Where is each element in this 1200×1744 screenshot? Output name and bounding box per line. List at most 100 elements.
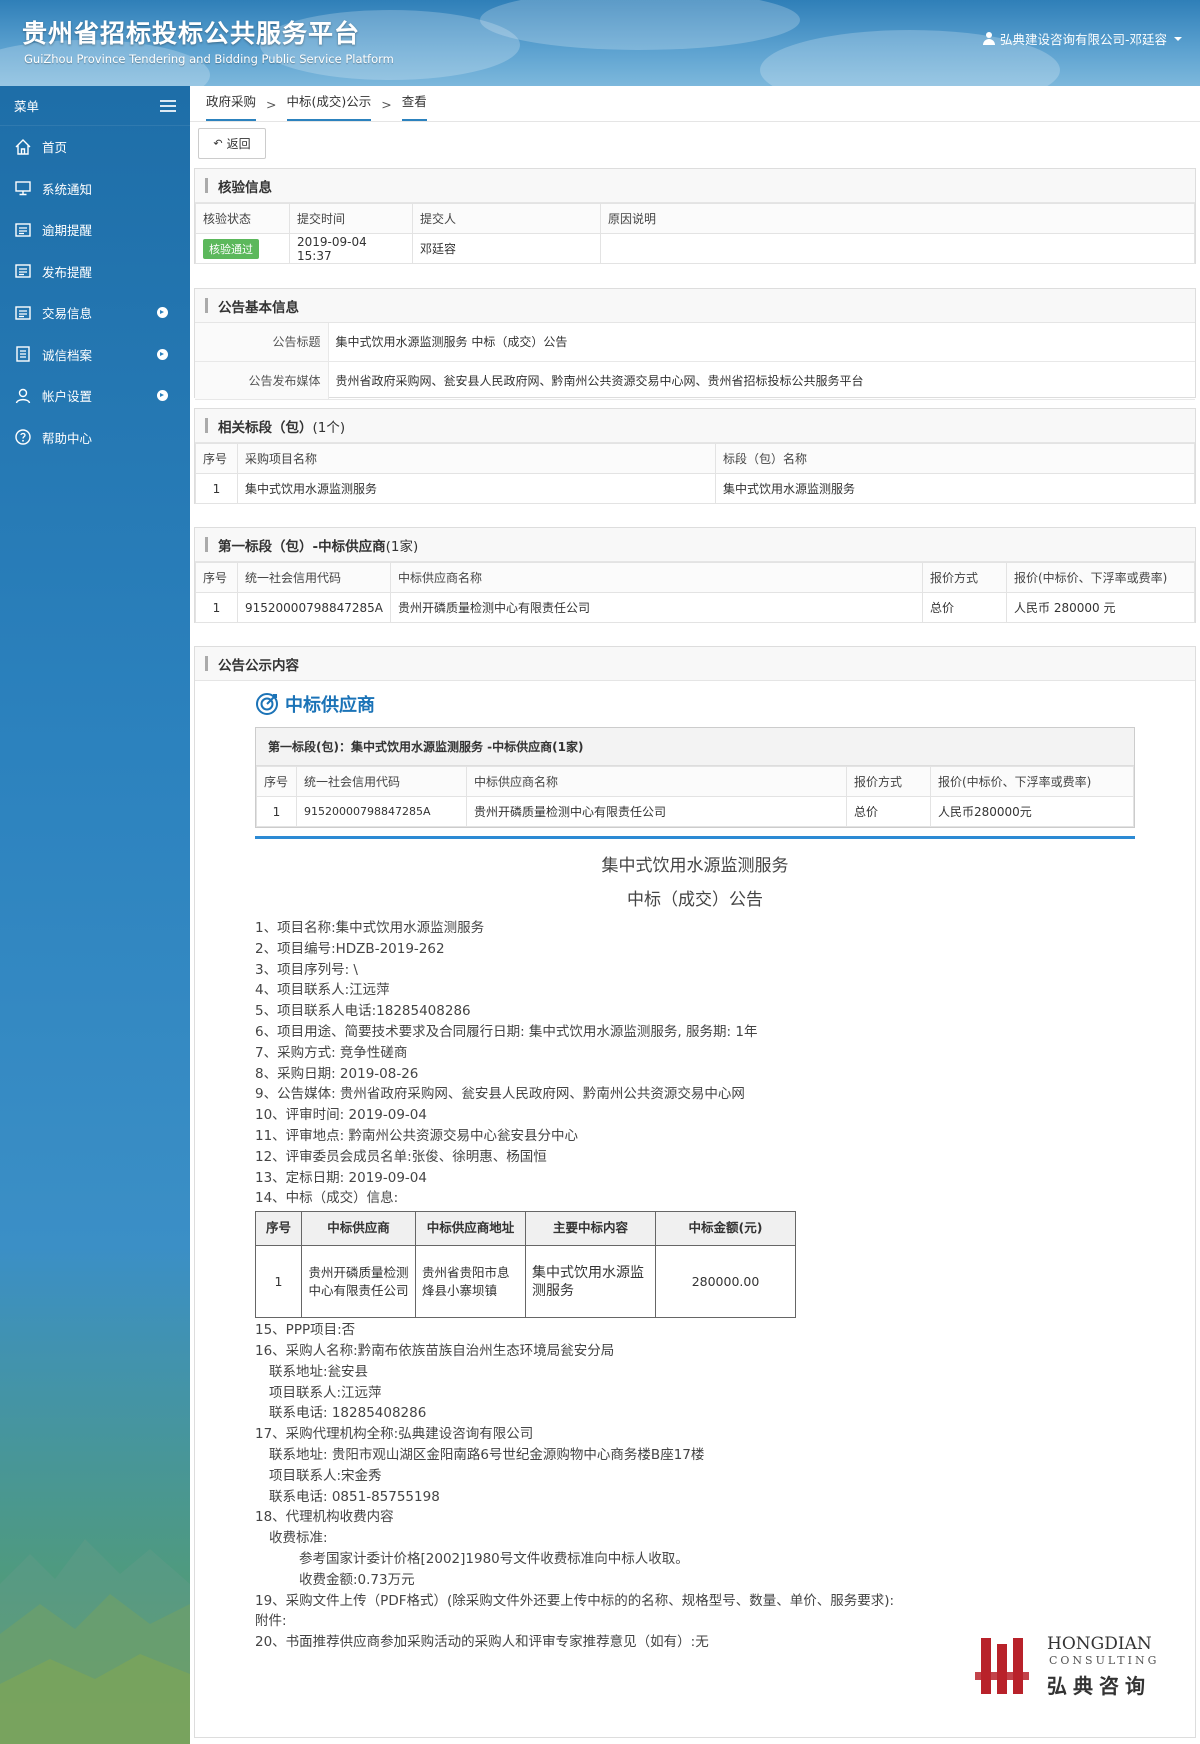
sidebar-item-account[interactable]: 帐户设置 (0, 375, 190, 417)
breadcrumb-item[interactable]: 中标(成交)公示 (286, 91, 372, 121)
sidebar-item-trade[interactable]: 交易信息 (0, 292, 190, 334)
table-cell: 280000.00 (655, 1245, 796, 1319)
verify-table: 核验状态 提交时间 提交人 原因说明 核验通过 2019-09-04 15:37… (195, 203, 1195, 264)
table-row: 1 91520000798847285A 贵州开磷质量检测中心有限责任公司 总价… (195, 592, 1195, 623)
table-cell: 91520000798847285A (237, 592, 391, 623)
divider (255, 836, 1135, 839)
breadcrumb: 政府采购 > 中标(成交)公示 > 查看 (190, 86, 1200, 122)
table-cell: 集中式饮用水源监测服务 (715, 473, 1195, 504)
table-cell: 集中式饮用水源监测服务 (525, 1245, 656, 1319)
platform-subtitle: GuiZhou Province Tendering and Bidding P… (24, 52, 394, 66)
table-cell: 集中式饮用水源监测服务 (237, 473, 716, 504)
table-header: 原因说明 (600, 203, 1195, 234)
document-icon (14, 345, 32, 363)
table-cell: 1 (255, 1245, 302, 1319)
chevron-right-icon (157, 390, 168, 401)
sidebar-item-label: 首页 (42, 140, 68, 156)
table-cell: 1 (256, 796, 297, 827)
sidebar-item-notice[interactable]: 系统通知 (0, 168, 190, 210)
text-line: 联系地址: 贵阳市观山湖区金阳南路6号世纪金源购物中心商务楼B座17楼 (269, 1446, 705, 1463)
text-line: 4、项目联系人:江远萍 (255, 982, 390, 999)
list-icon (14, 304, 32, 322)
user-menu[interactable]: 弘典建设咨询有限公司-邓廷容 (982, 29, 1182, 48)
text-line: 6、项目用途、简要技术要求及合同履行日期: 集中式饮用水源监测服务, 服务期: … (255, 1023, 758, 1040)
doc-title: 集中式饮用水源监测服务 (601, 856, 789, 876)
table-row: 1 集中式饮用水源监测服务 集中式饮用水源监测服务 (195, 473, 1195, 504)
table-header: 统一社会信用代码 (296, 766, 467, 797)
table-cell: 贵州开磷质量检测中心有限责任公司 (390, 592, 923, 623)
table-cell: 人民币280000元 (930, 796, 1134, 827)
user-name: 弘典建设咨询有限公司-邓廷容 (999, 32, 1167, 47)
suppliers-table: 序号 统一社会信用代码 中标供应商名称 报价方式 报价(中标价、下浮率或费率) … (195, 562, 1195, 623)
table-header: 中标供应商名称 (466, 766, 847, 797)
mountain-decoration (0, 1539, 190, 1744)
text-line: 15、PPP项目:否 (255, 1322, 356, 1339)
list-icon (14, 262, 32, 280)
text-line: 18、代理机构收费内容 (255, 1509, 394, 1526)
table-cell: 人民币 280000 元 (1006, 592, 1195, 623)
panel-title: 公告基本信息 (195, 289, 1195, 323)
table-cell: 2019-09-04 15:37 (289, 233, 413, 264)
text-line: 11、评审地点: 黔南州公共资源交易中心瓮安县分中心 (255, 1127, 579, 1144)
menu-header: 菜单 (0, 86, 190, 126)
text-line: 2、项目编号:HDZB-2019-262 (255, 940, 445, 957)
winner-box: 第一标段(包)：集中式饮用水源监测服务 -中标供应商(1家) 序号 统一社会信用… (255, 727, 1135, 828)
text-line: 7、采购方式: 竞争性磋商 (255, 1044, 408, 1061)
announcement-panel: 公告公示内容 中标供应商 第一标段(包)：集中式饮用水源监测服务 -中标供应商(… (194, 646, 1196, 1738)
text-line: 1、项目名称:集中式饮用水源监测服务 (255, 920, 485, 936)
text-line: 13、定标日期: 2019-09-04 (255, 1169, 427, 1186)
top-header: 贵州省招标投标公共服务平台 GuiZhou Province Tendering… (0, 0, 1200, 86)
table-header: 报价(中标价、下浮率或费率) (930, 766, 1134, 797)
caret-down-icon (1174, 36, 1182, 41)
user-icon (14, 387, 32, 405)
table-cell: 贵州开磷质量检测中心有限责任公司 (301, 1245, 416, 1319)
table-row: 1 贵州开磷质量检测中心有限责任公司 贵州省贵阳市息烽县小寨坝镇 集中式饮用水源… (255, 1245, 796, 1319)
text-line: 项目联系人:宋金秀 (269, 1467, 382, 1484)
text-line: 14、中标（成交）信息: (255, 1190, 399, 1207)
winner-subheading: 第一标段(包)：集中式饮用水源监测服务 -中标供应商(1家) (256, 728, 1134, 766)
winner-detail-table: 序号 中标供应商 中标供应商地址 主要中标内容 中标金额(元) 1 贵州开磷质量… (255, 1211, 796, 1319)
text-line: 9、公告媒体: 贵州省政府采购网、瓮安县人民政府网、黔南州公共资源交易中心网 (255, 1086, 745, 1103)
doc-subtitle: 中标（成交）公告 (627, 890, 763, 910)
text-line: 附件: (255, 1613, 287, 1630)
table-header: 统一社会信用代码 (237, 562, 391, 593)
help-icon (14, 428, 32, 446)
back-button[interactable]: ↶ 返回 (198, 128, 266, 159)
table-header: 提交时间 (289, 203, 413, 234)
sidebar-item-help[interactable]: 帮助中心 (0, 417, 190, 459)
basic-info-panel: 公告基本信息 公告标题 集中式饮用水源监测服务 中标（成交）公告 公告发布媒体 … (194, 288, 1196, 400)
breadcrumb-item[interactable]: 查看 (401, 91, 427, 121)
announcement-body: 中标供应商 第一标段(包)：集中式饮用水源监测服务 -中标供应商(1家) 序号 … (195, 681, 1195, 1737)
suppliers-panel: 第一标段（包）-中标供应商 (1家) 序号 统一社会信用代码 中标供应商名称 报价… (194, 527, 1196, 623)
table-header: 序号 (195, 562, 238, 593)
table-header: 序号 (195, 443, 238, 474)
panel-title: 核验信息 (195, 169, 1195, 203)
basic-info-table: 公告标题 集中式饮用水源监测服务 中标（成交）公告 公告发布媒体 贵州省政府采购… (195, 323, 1195, 400)
back-button-label: 返回 (226, 137, 251, 151)
text-line: 17、采购代理机构全称:弘典建设咨询有限公司 (255, 1426, 534, 1443)
breadcrumb-separator: > (381, 97, 392, 112)
field-label: 公告发布媒体 (195, 361, 329, 400)
sidebar-item-credit[interactable]: 诚信档案 (0, 334, 190, 376)
breadcrumb-item[interactable]: 政府采购 (206, 91, 257, 121)
table-header: 序号 (256, 766, 297, 797)
sidebar-item-overdue[interactable]: 逾期提醒 (0, 209, 190, 251)
back-icon: ↶ (213, 137, 223, 150)
breadcrumb-separator: > (266, 97, 277, 112)
text-line: 联系电话: 18285408286 (269, 1405, 427, 1422)
text-line: 收费金额:0.73万元 (299, 1571, 415, 1588)
table-header: 报价方式 (922, 562, 1007, 593)
user-icon (982, 32, 995, 45)
table-header: 序号 (255, 1211, 302, 1247)
text-line: 参考国家计委计价格[2002]1980号文件收费标准向中标人收取。 (299, 1550, 689, 1567)
main-content: 政府采购 > 中标(成交)公示 > 查看 ↶ 返回 核验信息 核验状态 提交时间… (190, 86, 1200, 1744)
hamburger-icon[interactable] (160, 99, 176, 112)
text-line: 12、评审委员会成员名单:张俊、徐明惠、杨国恒 (255, 1148, 547, 1165)
logo-text-cn: 弘典咨询 (1047, 1674, 1151, 1698)
table-header: 提交人 (412, 203, 601, 234)
table-header: 中标金额(元) (655, 1211, 796, 1247)
table-cell: 总价 (846, 796, 931, 827)
sidebar-item-home[interactable]: 首页 (0, 126, 190, 168)
logo-mark (975, 1638, 1029, 1694)
sidebar-item-publish[interactable]: 发布提醒 (0, 251, 190, 293)
